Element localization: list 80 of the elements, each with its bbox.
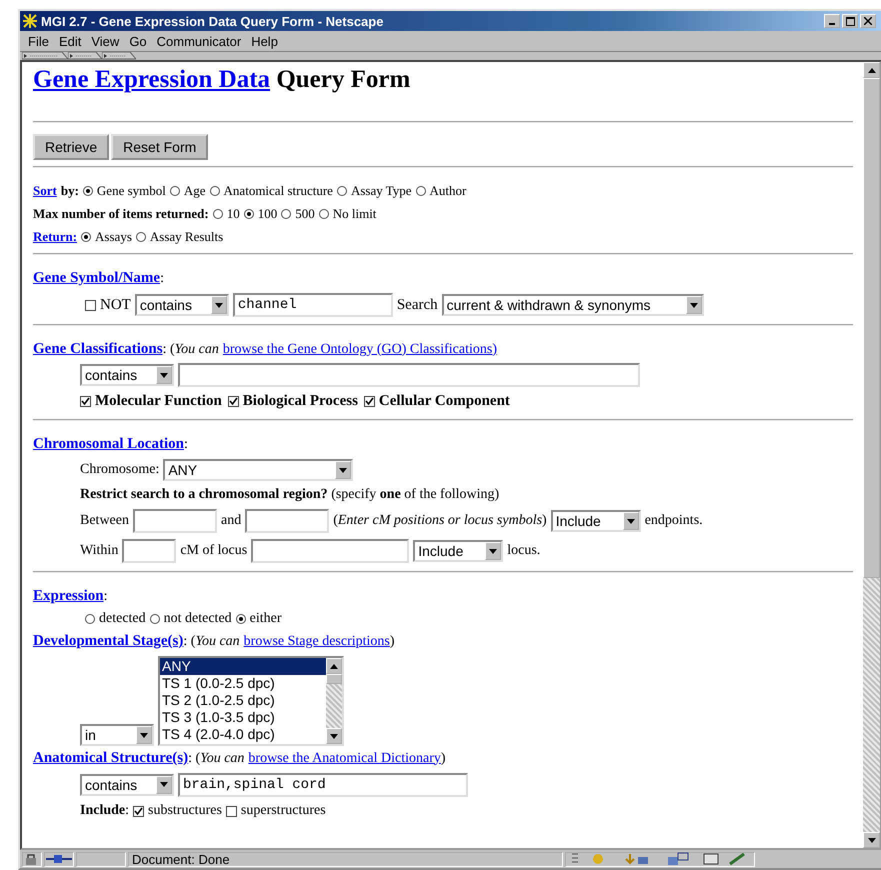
heading-suffix: : <box>160 270 164 286</box>
heading-link[interactable]: Gene Expression Data <box>33 66 270 93</box>
list-item[interactable]: ANY <box>160 658 326 675</box>
list-item[interactable]: TS 2 (1.0-2.5 dpc) <box>160 692 326 709</box>
browse-link[interactable]: browse the Anatomical Dictionary <box>248 750 441 766</box>
status-text: Document: Done <box>128 852 563 866</box>
option-label: Gene symbol <box>96 182 166 198</box>
option-label: Author <box>430 182 466 198</box>
hint-text: (Enter cM positions or locus symbols) <box>333 513 547 529</box>
field-label: Chromosome: <box>80 462 160 478</box>
heading-suffix: : <box>184 436 188 452</box>
browse-link[interactable]: browse Stage descriptions <box>244 634 390 650</box>
checkbox-label: NOT <box>100 296 131 314</box>
menu-item[interactable]: Go <box>125 34 153 48</box>
option-label: Age <box>184 182 206 198</box>
option-group-label: by: <box>60 182 79 198</box>
option-link[interactable]: Sort <box>33 182 57 198</box>
list-item[interactable]: TS 1 (0.0-2.5 dpc) <box>160 675 326 692</box>
option-label: 10 <box>226 206 240 222</box>
option-label: either <box>250 611 282 627</box>
field-label: Between <box>80 513 129 529</box>
dropdown[interactable]: ANY <box>163 459 354 481</box>
restrict-text: Restrict search to a chromosomal region? (specify one of the following) <box>80 486 500 502</box>
field-label: cM of locus <box>180 543 248 559</box>
dropdown[interactable]: Include <box>550 510 641 532</box>
option-label: 500 <box>295 206 315 222</box>
browse-link[interactable]: browse the Gene Ontology (GO) Classifications) <box>222 342 497 358</box>
section-note: : (You can <box>188 750 244 766</box>
option-label: Anatomical structure <box>224 182 333 198</box>
window-title: MGI 2.7 - Gene Expression Data Query Form - Netscape <box>41 14 384 28</box>
option-label: Assay Type <box>350 182 412 198</box>
section-link[interactable]: Chromosomal Location <box>33 436 184 453</box>
option-label: 100 <box>258 206 278 222</box>
field-label: and <box>220 513 242 529</box>
section-link[interactable]: Gene Classifications <box>33 341 163 358</box>
checkbox-label: Cellular Component <box>378 392 510 410</box>
menu-item[interactable]: Communicator <box>152 34 248 48</box>
section-link[interactable]: Expression <box>33 588 104 605</box>
checkbox-label: superstructures <box>240 803 326 819</box>
menu-item[interactable]: Help <box>247 34 284 48</box>
checkbox-label: Molecular Function <box>95 392 222 410</box>
field-label: Within <box>80 543 118 559</box>
option-label: No limit <box>332 206 376 222</box>
option-label: Assay Results <box>150 228 224 244</box>
option-link[interactable]: Return: <box>33 228 78 244</box>
text-field[interactable]: brain,spinal cord <box>178 772 468 796</box>
form-button[interactable]: Retrieve <box>33 134 110 160</box>
field-label: endpoints. <box>644 513 703 529</box>
section-link[interactable]: Developmental Stage(s) <box>33 633 184 650</box>
section-link[interactable]: Gene Symbol/Name <box>33 270 160 287</box>
menu-item[interactable]: View <box>87 34 126 48</box>
list-box[interactable]: ANY TS 1 (0.0-2.5 dpc) TS 2 (1.0-2.5 dpc) TS 3 (1.0-3.5 dpc) TS 4 (2.0-4.0 dpc) <box>158 656 344 746</box>
menu-item[interactable]: Edit <box>54 34 88 48</box>
dropdown[interactable]: contains <box>80 774 174 796</box>
list-item[interactable]: TS 4 (2.0-4.0 dpc) <box>160 726 326 743</box>
dropdown[interactable]: current & withdrawn & synonyms <box>442 294 704 316</box>
option-label: detected <box>99 611 146 627</box>
dropdown[interactable]: in <box>80 724 154 746</box>
option-label: not detected <box>164 611 232 627</box>
search-label: Search <box>396 296 438 314</box>
heading-suffix: ) <box>440 750 446 766</box>
text-field[interactable]: channel <box>232 293 393 317</box>
section-link[interactable]: Anatomical Structure(s) <box>33 750 188 767</box>
heading-suffix: ) <box>390 634 395 650</box>
section-note: : (You can <box>162 342 219 358</box>
checkbox-label: Biological Process <box>242 392 358 410</box>
option-label: Assays <box>95 228 132 244</box>
section-note: : (You can <box>183 634 240 650</box>
list-item[interactable]: TS 3 (1.0-3.5 dpc) <box>160 709 326 726</box>
heading-suffix: : <box>104 588 108 604</box>
checkbox-label: substructures <box>148 803 222 819</box>
option-group-label: Max number of items returned: <box>33 206 209 222</box>
form-button[interactable]: Reset Form <box>111 134 208 160</box>
page-heading: Query Form <box>276 66 410 93</box>
dropdown[interactable]: contains <box>80 364 174 386</box>
dropdown[interactable]: contains <box>134 294 229 316</box>
field-label: Include: <box>80 803 130 819</box>
field-label: locus. <box>507 543 540 559</box>
dropdown[interactable]: Include <box>413 540 504 562</box>
menu-item[interactable]: File <box>24 34 55 48</box>
